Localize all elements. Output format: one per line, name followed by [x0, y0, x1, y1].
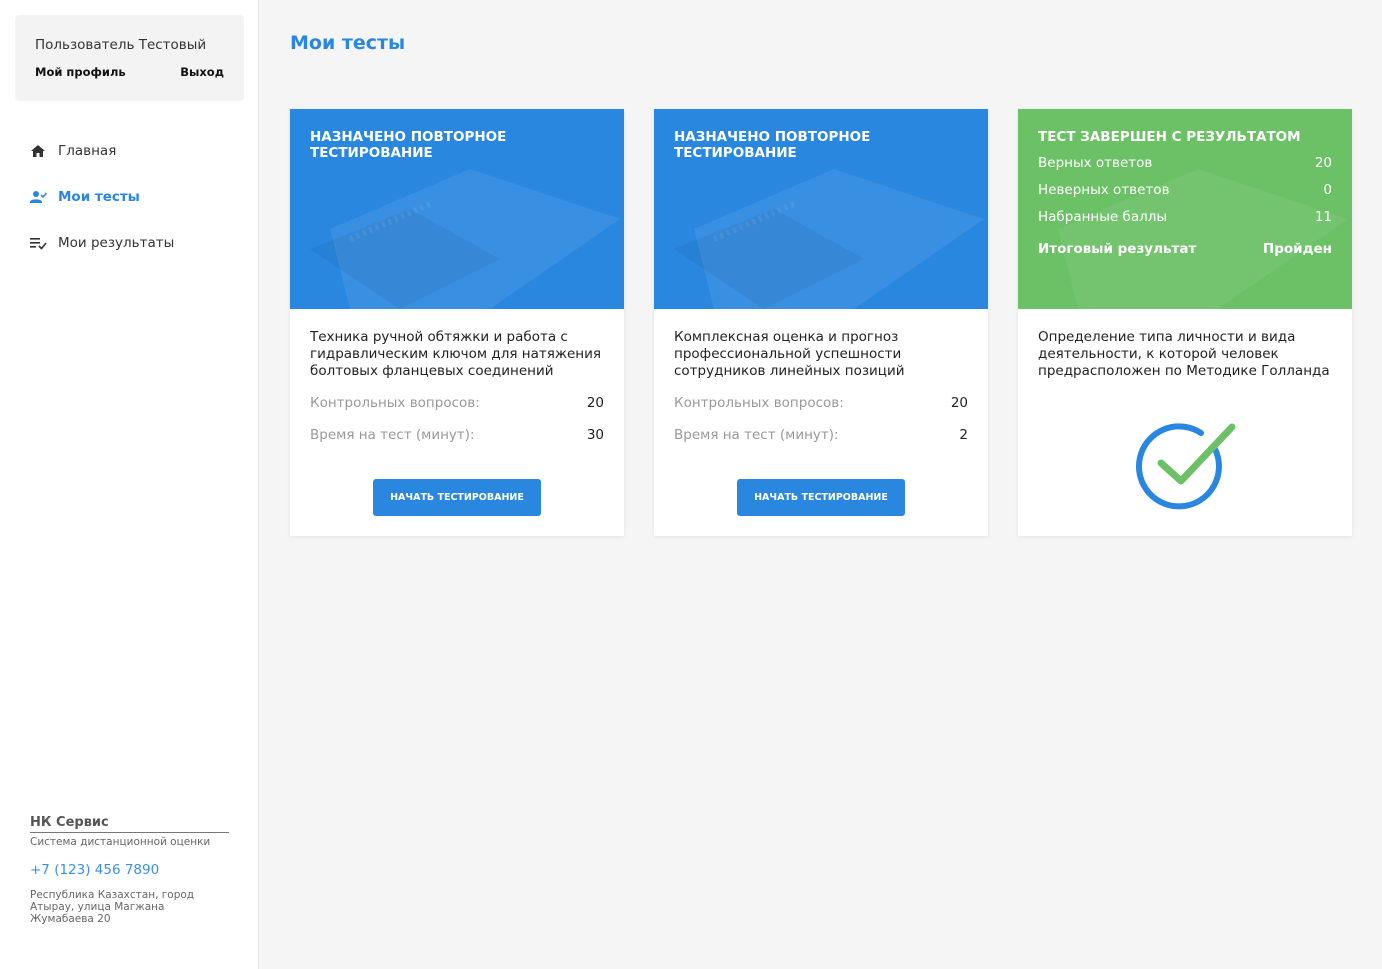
test-title: Техника ручной обтяжки и работа с гидрав… — [310, 329, 602, 379]
check-circle-icon — [1136, 423, 1236, 510]
final-result-value: Пройден — [1262, 241, 1332, 257]
questions-label: Контрольных вопросов: — [310, 395, 480, 411]
page-title: Мои тесты — [290, 32, 406, 54]
time-value: 30 — [586, 427, 604, 443]
final-result-row: Итоговый результат Пройден — [1038, 241, 1332, 258]
sidebar-item-label: Мои результаты — [58, 235, 175, 251]
card-status: ТЕСТ ЗАВЕРШЕН С РЕЗУЛЬТАТОМ — [1038, 129, 1301, 145]
questions-row: Контрольных вопросов: 20 — [674, 395, 968, 412]
home-icon — [30, 144, 58, 158]
sidebar-footer: НК Сервис Система дистанционной оценки +… — [30, 815, 229, 925]
questions-row: Контрольных вопросов: 20 — [310, 395, 604, 412]
card-header: ТЕСТ ЗАВЕРШЕН С РЕЗУЛЬТАТОМ Верных ответ… — [1018, 109, 1352, 309]
test-card: НАЗНАЧЕНО ПОВТОРНОЕ ТЕСТИРОВАНИЕ Комплек… — [654, 109, 988, 536]
my-profile-link[interactable]: Мой профиль — [35, 65, 126, 79]
user-name: Пользователь Тестовый — [35, 37, 207, 53]
final-result-label: Итоговый результат — [1038, 241, 1197, 257]
start-test-button[interactable]: НАЧАТЬ ТЕСТИРОВАНИЕ — [373, 479, 541, 516]
time-label: Время на тест (минут): — [310, 427, 475, 443]
card-body: Техника ручной обтяжки и работа с гидрав… — [290, 309, 624, 444]
time-row: Время на тест (минут): 30 — [310, 427, 604, 444]
questions-label: Контрольных вопросов: — [674, 395, 844, 411]
correct-answers-value: 20 — [1314, 155, 1332, 171]
card-header: НАЗНАЧЕНО ПОВТОРНОЕ ТЕСТИРОВАНИЕ — [654, 109, 988, 309]
brand-name: НК Сервис — [30, 815, 229, 833]
correct-answers-row: Верных ответов 20 — [1038, 155, 1332, 172]
test-title: Комплексная оценка и прогноз профессиона… — [674, 329, 905, 379]
sidebar-item-label: Мои тесты — [58, 189, 140, 205]
card-status: НАЗНАЧЕНО ПОВТОРНОЕ ТЕСТИРОВАНИЕ — [310, 129, 507, 161]
sidebar-item-my-tests[interactable]: Мои тесты — [30, 174, 174, 220]
sidebar: Пользователь Тестовый Мой профиль Выход … — [0, 0, 259, 969]
questions-value: 20 — [950, 395, 968, 411]
time-value: 2 — [959, 427, 968, 443]
sidebar-item-my-results[interactable]: Мои результаты — [30, 220, 174, 266]
time-label: Время на тест (минут): — [674, 427, 839, 443]
test-card: НАЗНАЧЕНО ПОВТОРНОЕ ТЕСТИРОВАНИЕ Техника… — [290, 109, 624, 536]
card-body: Комплексная оценка и прогноз профессиона… — [654, 309, 988, 444]
user-panel: Пользователь Тестовый Мой профиль Выход — [15, 15, 244, 101]
wrong-answers-row: Неверных ответов 0 — [1038, 182, 1332, 199]
list-check-icon — [30, 237, 58, 250]
phone-link[interactable]: +7 (123) 456 7890 — [30, 862, 229, 878]
score-label: Набранные баллы — [1038, 209, 1168, 225]
user-links: Мой профиль Выход — [35, 65, 224, 79]
time-row: Время на тест (минут): 2 — [674, 427, 968, 444]
wrong-answers-label: Неверных ответов — [1038, 182, 1170, 198]
card-header: НАЗНАЧЕНО ПОВТОРНОЕ ТЕСТИРОВАНИЕ — [290, 109, 624, 309]
address: Республика Казахстан, город Атырау, улиц… — [30, 889, 195, 925]
correct-answers-label: Верных ответов — [1038, 155, 1153, 171]
user-check-icon — [30, 190, 58, 204]
card-status: НАЗНАЧЕНО ПОВТОРНОЕ ТЕСТИРОВАНИЕ — [674, 129, 871, 161]
questions-value: 20 — [586, 395, 604, 411]
score-row: Набранные баллы 11 — [1038, 209, 1332, 226]
start-test-button[interactable]: НАЧАТЬ ТЕСТИРОВАНИЕ — [737, 479, 905, 516]
wrong-answers-value: 0 — [1323, 182, 1332, 198]
brand-subtitle: Система дистанционной оценки — [30, 836, 211, 848]
sidebar-nav: Главная Мои тесты Мои результаты — [30, 128, 174, 266]
sidebar-item-label: Главная — [58, 143, 117, 159]
sidebar-item-home[interactable]: Главная — [30, 128, 174, 174]
score-value: 11 — [1314, 209, 1332, 225]
result-card: ТЕСТ ЗАВЕРШЕН С РЕЗУЛЬТАТОМ Верных ответ… — [1018, 109, 1352, 536]
test-title: Определение типа личности и вида деятель… — [1038, 329, 1330, 379]
card-body: Определение типа личности и вида деятель… — [1018, 309, 1352, 380]
logout-link[interactable]: Выход — [180, 65, 224, 79]
